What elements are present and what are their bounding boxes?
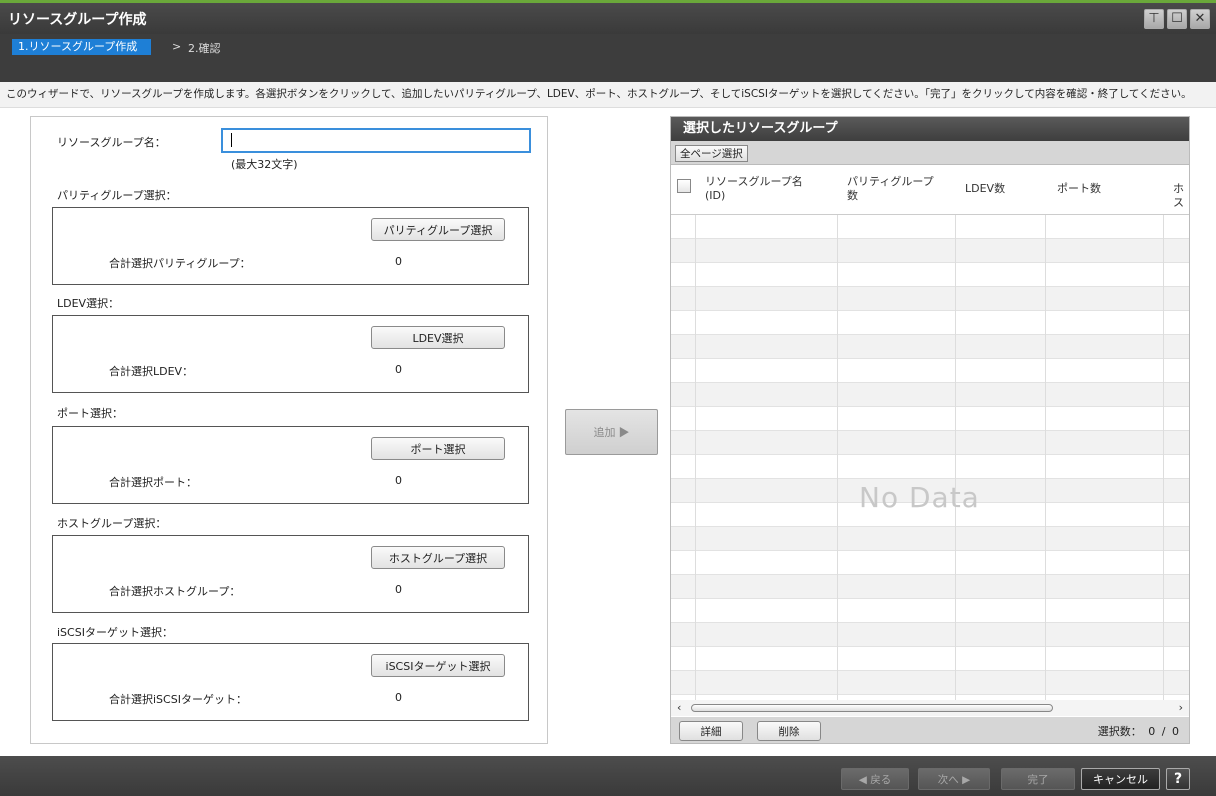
selected-panel-footer: 詳細 削除 選択数： 0 / 0 [671, 717, 1189, 743]
scroll-left-icon[interactable]: ‹ [677, 701, 681, 714]
table-row [671, 431, 1189, 455]
table-row [671, 623, 1189, 647]
parity-group-total-value: 0 [395, 255, 402, 268]
column-header-ldev-count[interactable]: LDEV数 [965, 182, 1005, 196]
port-total-label: 合計選択ポート： [109, 476, 197, 489]
ldev-total-label: 合計選択LDEV： [109, 365, 194, 378]
step-separator: > [172, 40, 182, 53]
table-row [671, 359, 1189, 383]
iscsi-target-box: iSCSIターゲット選択 合計選択iSCSIターゲット： 0 [52, 643, 529, 721]
step-1-create: 1.リソースグループ作成 [12, 39, 152, 55]
column-divider [837, 165, 838, 700]
parity-group-total-label: 合計選択パリティグループ： [109, 257, 251, 270]
table-row [671, 335, 1189, 359]
host-group-total-value: 0 [395, 583, 402, 596]
select-iscsi-target-button[interactable]: iSCSIターゲット選択 [371, 654, 505, 677]
parity-group-section-label: パリティグループ選択： [57, 189, 177, 202]
table-row [671, 647, 1189, 671]
column-header-host[interactable]: ホス [1173, 182, 1189, 210]
help-button[interactable]: ? [1166, 768, 1190, 790]
scroll-right-icon[interactable]: › [1179, 701, 1183, 714]
ldev-box: LDEV選択 合計選択LDEV： 0 [52, 315, 529, 393]
table-row [671, 383, 1189, 407]
select-port-button[interactable]: ポート選択 [371, 437, 505, 460]
table-row [671, 239, 1189, 263]
host-group-total-label: 合計選択ホストグループ： [109, 585, 241, 598]
table-row [671, 551, 1189, 575]
column-divider [695, 165, 696, 700]
table-header: リソースグループ名 (ID) パリティグループ 数 LDEV数 ポート数 ホス [671, 165, 1189, 215]
selection-count: 選択数： 0 / 0 [1097, 725, 1179, 738]
window-title-bar: リソースグループ作成 ⊤ ☐ ✕ [0, 0, 1216, 34]
no-data-message: No Data [859, 481, 980, 514]
table-row [671, 215, 1189, 239]
finish-button[interactable]: 完了 [1001, 768, 1075, 790]
delete-button[interactable]: 削除 [757, 721, 821, 741]
wizard-footer: ◀ 戻る 次へ ▶ 完了 キャンセル ? [0, 756, 1216, 796]
column-header-line: リソースグループ名 [705, 175, 803, 188]
port-section-label: ポート選択： [57, 407, 123, 420]
horizontal-scrollbar[interactable]: ‹ › [671, 700, 1189, 716]
next-button[interactable]: 次へ ▶ [918, 768, 990, 790]
port-total-value: 0 [395, 474, 402, 487]
back-button[interactable]: ◀ 戻る [841, 768, 909, 790]
host-group-section-label: ホストグループ選択： [57, 517, 167, 530]
cancel-button[interactable]: キャンセル [1081, 768, 1160, 790]
column-divider [1045, 165, 1046, 700]
name-max-length-hint: (最大32文字) [231, 158, 298, 171]
ldev-total-value: 0 [395, 363, 402, 376]
step-2-confirm: 2.確認 [188, 42, 221, 55]
column-header-port-count[interactable]: ポート数 [1057, 182, 1101, 196]
table-body [671, 215, 1189, 695]
table-row [671, 287, 1189, 311]
table-row [671, 671, 1189, 695]
table-row [671, 575, 1189, 599]
column-header-resource-group-name[interactable]: リソースグループ名 (ID) [705, 175, 803, 203]
window-title: リソースグループ作成 [8, 12, 147, 28]
window-controls: ⊤ ☐ ✕ [1144, 9, 1210, 29]
select-all-checkbox[interactable] [677, 179, 691, 193]
resource-group-table: リソースグループ名 (ID) パリティグループ 数 LDEV数 ポート数 ホス … [671, 165, 1189, 700]
selected-resource-groups-panel: 選択したリソースグループ 全ページ選択 リソースグループ名 (ID) パリティグ… [670, 116, 1190, 744]
host-group-box: ホストグループ選択 合計選択ホストグループ： 0 [52, 535, 529, 613]
table-row [671, 599, 1189, 623]
column-header-line: パリティグループ [847, 175, 934, 188]
text-cursor [231, 133, 232, 147]
resource-group-name-input[interactable] [221, 128, 531, 153]
column-divider [955, 165, 956, 700]
select-parity-group-button[interactable]: パリティグループ選択 [371, 218, 505, 241]
wizard-step-bar: 1.リソースグループ作成 > 2.確認 [0, 34, 1216, 82]
table-row [671, 311, 1189, 335]
detail-button[interactable]: 詳細 [679, 721, 743, 741]
column-header-line: (ID) [705, 189, 726, 202]
column-header-parity-group-count[interactable]: パリティグループ 数 [847, 175, 934, 203]
maximize-icon[interactable]: ☐ [1167, 9, 1187, 29]
selected-panel-toolbar: 全ページ選択 [671, 141, 1189, 165]
table-row [671, 407, 1189, 431]
iscsi-target-section-label: iSCSIターゲット選択： [57, 626, 173, 639]
iscsi-target-total-value: 0 [395, 691, 402, 704]
add-button[interactable]: 追加 ▶ [565, 409, 658, 455]
table-row [671, 263, 1189, 287]
scroll-thumb[interactable] [691, 704, 1053, 712]
restore-icon[interactable]: ⊤ [1144, 9, 1164, 29]
selected-panel-title: 選択したリソースグループ [671, 117, 1189, 141]
table-row [671, 455, 1189, 479]
table-row [671, 527, 1189, 551]
resource-group-name-label: リソースグループ名： [57, 136, 166, 149]
port-box: ポート選択 合計選択ポート： 0 [52, 426, 529, 504]
close-icon[interactable]: ✕ [1190, 9, 1210, 29]
select-all-pages-button[interactable]: 全ページ選択 [675, 145, 748, 162]
form-panel: リソースグループ名： (最大32文字) パリティグループ選択： パリティグループ… [30, 116, 548, 744]
instruction-text: このウィザードで、リソースグループを作成します。各選択ボタンをクリックして、追加… [0, 82, 1216, 108]
column-divider [1163, 165, 1164, 700]
select-host-group-button[interactable]: ホストグループ選択 [371, 546, 505, 569]
ldev-section-label: LDEV選択： [57, 297, 120, 310]
select-ldev-button[interactable]: LDEV選択 [371, 326, 505, 349]
iscsi-target-total-label: 合計選択iSCSIターゲット： [109, 693, 247, 706]
parity-group-box: パリティグループ選択 合計選択パリティグループ： 0 [52, 207, 529, 285]
column-header-line: 数 [847, 189, 858, 202]
